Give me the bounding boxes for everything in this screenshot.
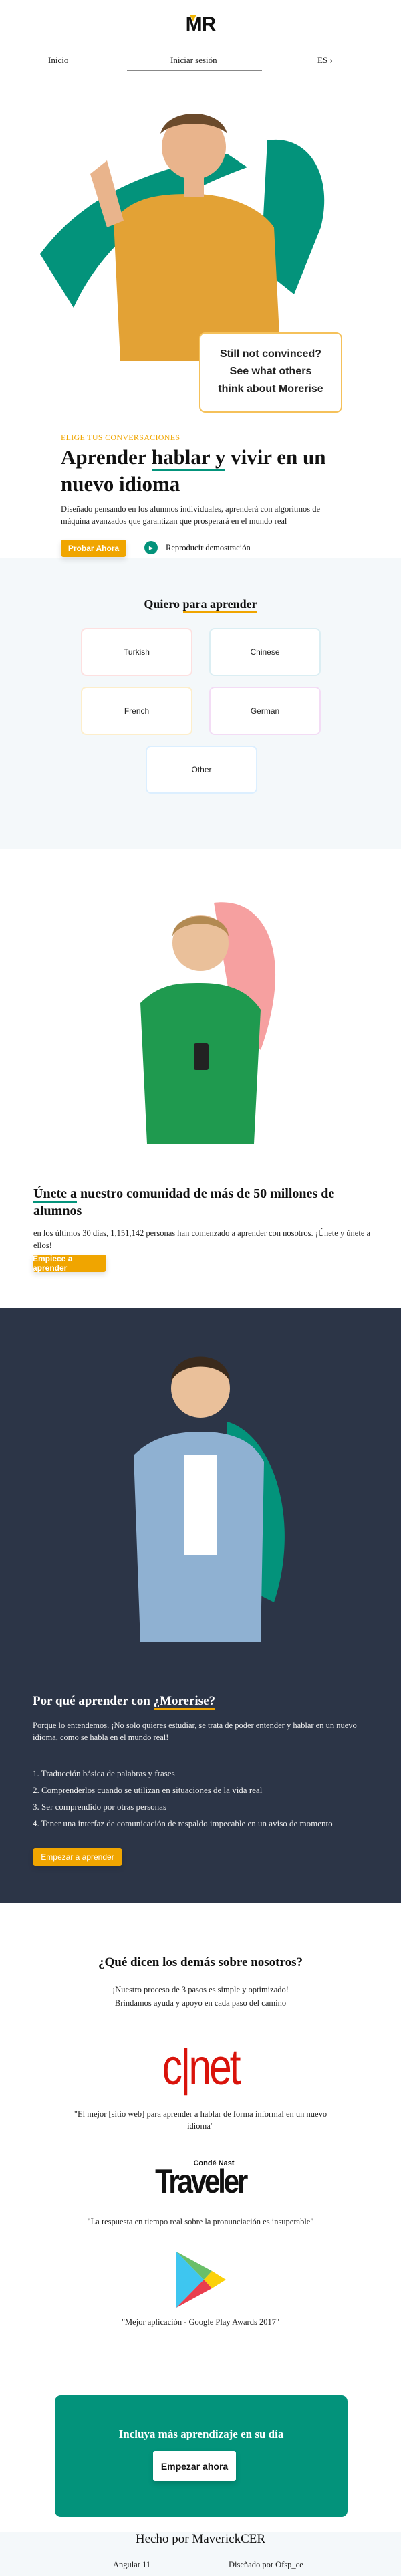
chevron-right-icon: › [329, 55, 333, 65]
testimonials-sub2: Brindamos ayuda y apoyo en cada paso del… [114, 1998, 287, 2008]
title-part: Aprender [61, 445, 152, 469]
demo-label: Reproducir demostración [166, 542, 251, 552]
cta-title: Incluya más aprendizaje en su día [118, 2428, 284, 2440]
title-highlight: para aprender [182, 597, 257, 613]
cnet-quote: "El mejor [sitio web] para aprender a ha… [74, 2109, 327, 2131]
hero-description: Diseñado pensando en los alumnos individ… [61, 504, 321, 526]
hero-illustration [40, 114, 325, 361]
title-part: Por qué aprender con [33, 1694, 154, 1708]
play-icon: ▶ [144, 541, 158, 554]
community-text: en los últimos 30 días, 1,151,142 person… [33, 1228, 371, 1250]
start-learning-button[interactable]: Empiece a aprender [33, 1254, 106, 1273]
community-title: Únete a nuestro comunidad de más de 50 m… [33, 1185, 374, 1220]
language-title: Quiero para aprender [0, 597, 401, 613]
card-line: Still not convinced? [219, 348, 321, 360]
logo[interactable]: MR [0, 13, 401, 36]
language-section: Quiero para aprender Turkish Chinese Fre… [0, 558, 401, 849]
language-option-german[interactable]: German [209, 687, 321, 735]
why-title: Por qué aprender con ¿Morerise? [33, 1694, 216, 1710]
made-by: Hecho por MaverickCER [135, 2532, 266, 2546]
hero-title: Aprender hablar y vivir en un nuevo idio… [61, 444, 348, 498]
hero-eyebrow: ELIGE TUS CONVERSACIONES [61, 433, 180, 442]
title-highlight: hablar y [151, 445, 226, 471]
try-now-button[interactable]: Probar Ahora [61, 540, 126, 557]
traveler-quote: "La respuesta en tiempo real sobre la pr… [87, 2217, 314, 2226]
community-illustration [140, 902, 276, 1144]
language-option-chinese[interactable]: Chinese [209, 628, 321, 676]
language-option-french[interactable]: French [81, 687, 192, 735]
play-demo-link[interactable]: ▶ Reproducir demostración [144, 541, 251, 554]
title-part: Quiero [144, 597, 183, 611]
title-highlight: ¿Morerise? [153, 1694, 216, 1710]
start-now-button[interactable]: Empezar ahora [153, 2451, 236, 2481]
nav-active-underline [127, 70, 262, 71]
testimonials-title: ¿Qué dicen los demás sobre nosotros? [98, 1955, 303, 1969]
designed-by: Diseñado por Ofsp_ce [229, 2560, 303, 2569]
play-quote: "Mejor aplicación - Google Play Awards 2… [121, 2317, 280, 2327]
card-line: See what others [229, 366, 312, 377]
nav-home[interactable]: Inicio [48, 55, 68, 66]
language-option-other[interactable]: Other [146, 746, 257, 794]
nav-login[interactable]: Iniciar sesión [170, 55, 217, 66]
convince-card[interactable]: Still not convinced? See what others thi… [199, 332, 342, 413]
why-illustration [134, 1356, 285, 1642]
logo-accent [189, 15, 196, 21]
list-item: 2. Comprenderlos cuando se utilizan en s… [33, 1785, 263, 1795]
why-list: 1. Traducción básica de palabras y frase… [33, 1765, 333, 1832]
language-option-turkish[interactable]: Turkish [81, 628, 192, 676]
card-line: think about Morerise [218, 383, 323, 395]
framework-label: Angular 11 [113, 2560, 151, 2569]
begin-learning-button[interactable]: Empezar a aprender [33, 1848, 122, 1866]
list-item: 3. Ser comprendido por otras personas [33, 1802, 167, 1812]
why-text: Porque lo entendemos. ¡No solo quieres e… [33, 1721, 357, 1742]
footer: Hecho por MaverickCER Angular 11 Diseñad… [0, 2532, 401, 2576]
testimonials-sub1: ¡Nuestro proceso de 3 pasos es simple y … [112, 1985, 289, 1994]
google-play-icon [176, 2252, 226, 2308]
title-part: nuestro comunidad de más de 50 millones … [33, 1186, 335, 1218]
cnet-logo: c|net [162, 2039, 241, 2096]
why-section: Por qué aprender con ¿Morerise? Porque l… [0, 1308, 401, 1903]
nav-language[interactable]: ES › [317, 55, 333, 66]
list-item: 1. Traducción básica de palabras y frase… [33, 1768, 175, 1778]
traveler-logo: Traveler [155, 2163, 248, 2200]
language-label: ES [317, 55, 328, 65]
list-item: 4. Tener una interfaz de comunicación de… [33, 1818, 333, 1828]
cta-banner: Incluya más aprendizaje en su día Empeza… [55, 2395, 348, 2517]
title-highlight: Únete a [33, 1186, 77, 1203]
